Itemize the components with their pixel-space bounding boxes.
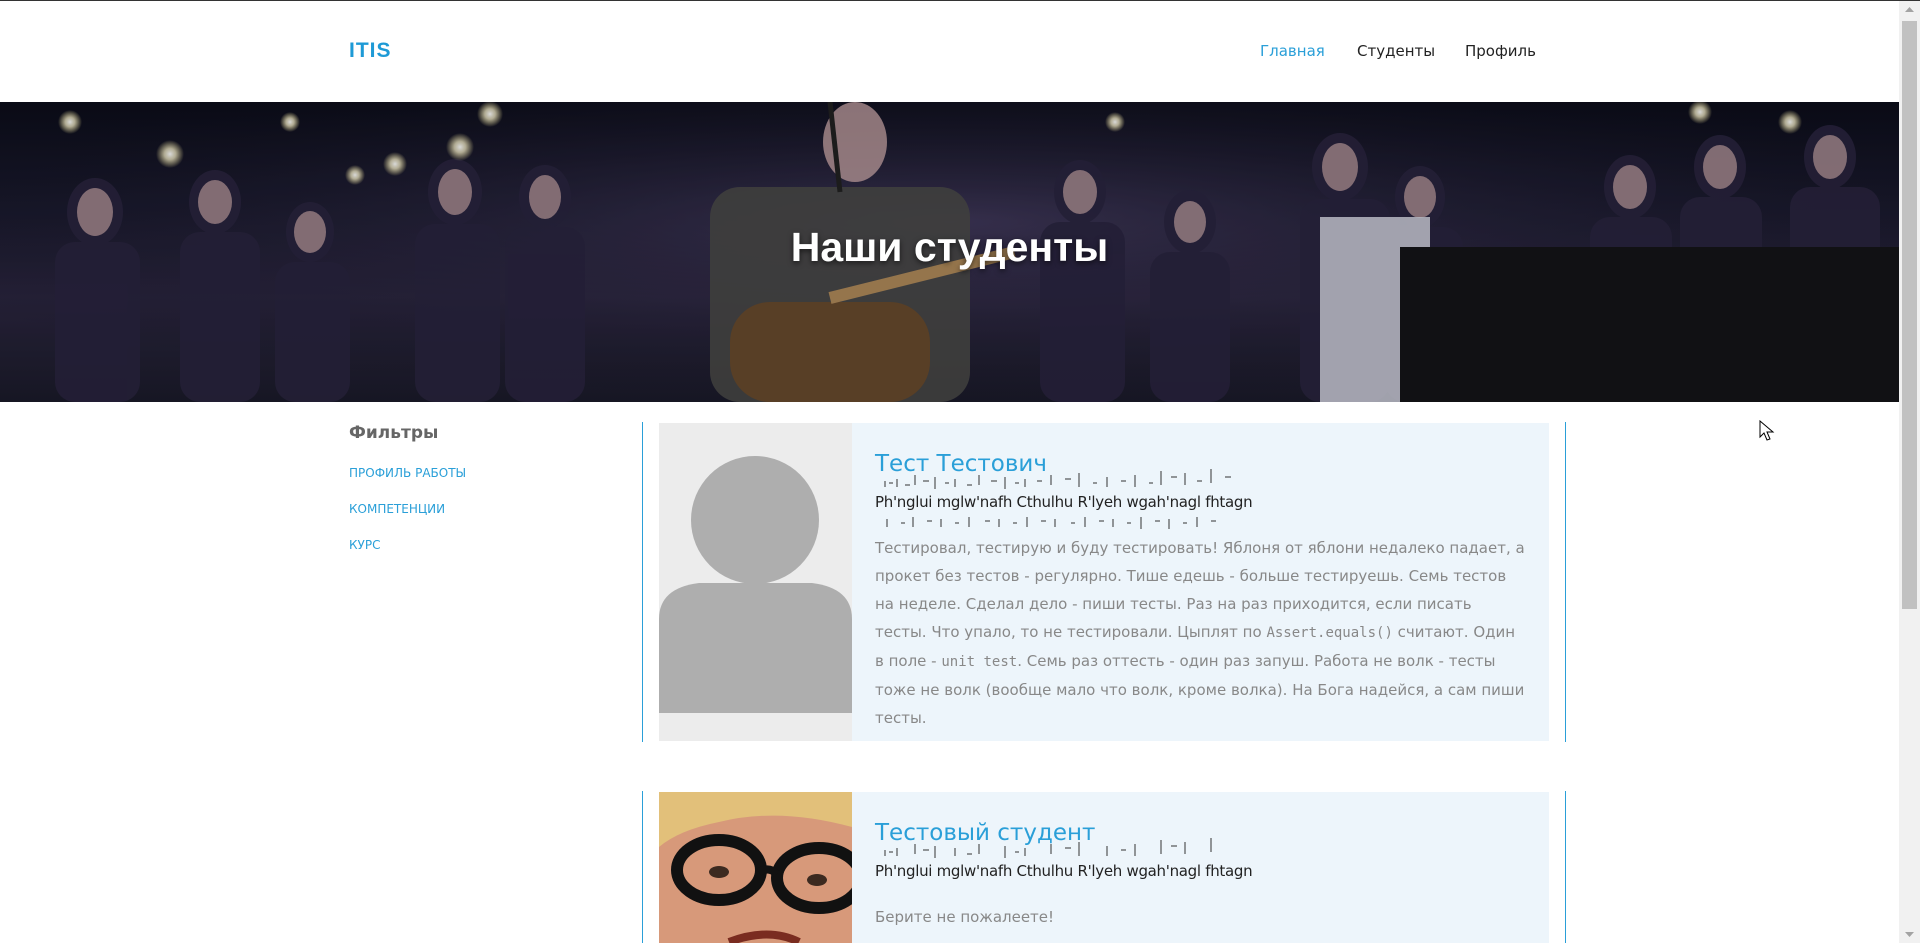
filters-title: Фильтры [349,423,439,443]
page: ITIS Главная Студенты Профиль Наши студе… [0,1,1899,943]
student-photo-default-avatar[interactable] [659,423,852,741]
hero-banner: Наши студенты [0,102,1899,402]
site-header: ITIS Главная Студенты Профиль [0,1,1899,102]
student-card: Тест Тестович Ph'nglui mglw'nafh Cthulhu… [659,423,1549,741]
student-card-wrapper: Тест Тестович Ph'nglui mglw'nafh Cthulhu… [642,422,1566,742]
mouse-pointer-icon [1759,420,1775,441]
vertical-scrollbar[interactable] [1899,1,1920,943]
scrollbar-thumb[interactable] [1902,21,1917,609]
student-photo-face[interactable] [659,792,852,943]
filter-competencies[interactable]: КОМПЕТЕНЦИИ [349,502,445,516]
scroll-down-arrow-icon[interactable] [1899,926,1920,943]
filter-work-profile[interactable]: ПРОФИЛЬ РАБОТЫ [349,466,466,480]
student-subtitle: Ph'nglui mglw'nafh Cthulhu R'lyeh wgah'n… [875,862,1253,880]
student-face-photo [659,792,852,943]
nav-home[interactable]: Главная [1260,42,1325,60]
student-card-wrapper: Тестовый студент Ph'nglui mglw'nafh Cthu… [642,791,1566,943]
scroll-up-arrow-icon[interactable] [1899,1,1920,18]
student-description: Тестировал, тестирую и буду тестировать!… [875,539,1525,727]
avatar-placeholder-icon [659,423,852,741]
logo[interactable]: ITIS [349,39,392,63]
nav-students[interactable]: Студенты [1357,42,1435,60]
nav-profile[interactable]: Профиль [1465,42,1536,60]
student-card: Тестовый студент Ph'nglui mglw'nafh Cthu… [659,792,1549,943]
hero-title: Наши студенты [790,224,1109,270]
student-subtitle: Ph'nglui mglw'nafh Cthulhu R'lyeh wgah'n… [875,493,1253,511]
student-description: Берите не пожалеете! [875,908,1055,926]
filter-course[interactable]: КУРС [349,538,380,552]
